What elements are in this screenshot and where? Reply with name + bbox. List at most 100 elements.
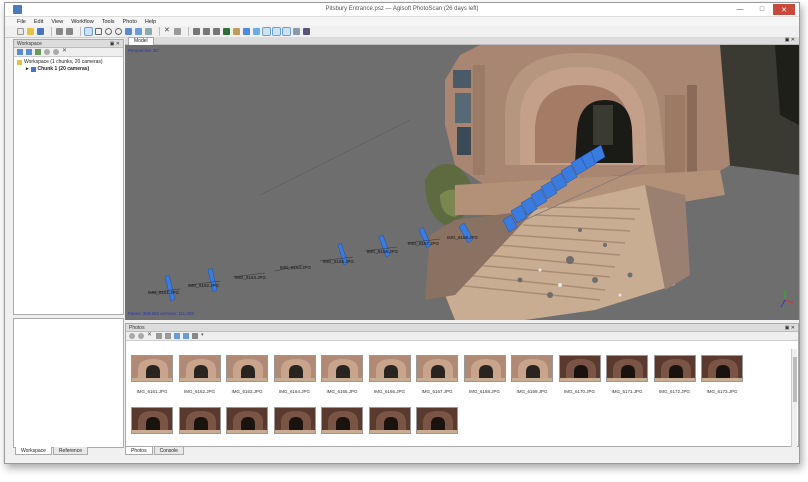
reference-panel <box>13 318 124 448</box>
chunk-node[interactable]: ▸ Chunk 1 (20 cameras) <box>17 66 103 73</box>
crop-icon[interactable] <box>174 28 181 35</box>
photo-thumbnail[interactable] <box>131 407 173 447</box>
camera-label: IMG_6166.JPG <box>367 249 399 254</box>
camera-label: IMG_6163.JPG <box>235 275 267 280</box>
close-button[interactable]: ✕ <box>773 4 795 15</box>
show-cameras-icon[interactable] <box>253 28 260 35</box>
disable-icon[interactable] <box>53 49 59 55</box>
photo-thumbnail[interactable] <box>226 407 268 447</box>
model-tabbar: Model ▣ ✕ <box>125 37 799 45</box>
tab-model[interactable]: Model <box>128 37 154 45</box>
move-object-icon[interactable] <box>125 28 132 35</box>
model-controls[interactable]: ▣ ✕ <box>785 37 795 43</box>
tab-reference[interactable]: Reference <box>52 447 88 455</box>
minimize-button[interactable]: — <box>729 4 751 15</box>
photo-image <box>273 355 316 382</box>
camera-label: IMG_6162.JPG <box>188 283 220 288</box>
tab-workspace[interactable]: Workspace <box>15 447 52 455</box>
show-info-icon[interactable] <box>272 27 281 36</box>
photo-thumbnail[interactable] <box>273 407 316 447</box>
photo-thumbnail[interactable]: IMG_6167.JPG <box>416 355 458 395</box>
show-trackball-icon[interactable] <box>282 27 291 36</box>
circle-select-icon[interactable] <box>105 28 112 35</box>
menu-view[interactable]: View <box>51 19 63 25</box>
workspace-tree: Workspace (1 chunks, 20 cameras) ▸ Chunk… <box>17 59 103 73</box>
details-icon[interactable] <box>192 333 198 339</box>
workspace-root[interactable]: Workspace (1 chunks, 20 cameras) <box>17 59 103 66</box>
textured-icon[interactable] <box>233 28 240 35</box>
reset-view-icon[interactable] <box>303 28 310 35</box>
remove-icon[interactable]: ✕ <box>62 48 68 55</box>
solid-icon[interactable] <box>223 28 230 35</box>
photo-thumbnail[interactable]: IMG_6168.JPG <box>463 355 506 395</box>
menu-workflow[interactable]: Workflow <box>71 19 94 25</box>
disable-camera-icon[interactable] <box>138 333 144 339</box>
photo-thumbnail[interactable]: IMG_6173.JPG <box>701 355 743 395</box>
resize-region-icon[interactable] <box>145 28 152 35</box>
photo-thumbnail[interactable]: IMG_6164.JPG <box>273 355 316 395</box>
rotate-right-icon[interactable] <box>165 333 171 339</box>
photo-thumbnail[interactable]: IMG_6161.JPG <box>131 355 173 395</box>
photo-thumbnail[interactable]: IMG_6163.JPG <box>226 355 268 395</box>
workspace-panel: Workspace ▣ ✕ ✕ Workspace (1 chunks, 20 … <box>13 39 124 315</box>
photo-thumbnail[interactable]: IMG_6169.JPG <box>511 355 553 395</box>
photo-thumbnail[interactable]: IMG_6170.JPG <box>558 355 601 395</box>
photos-panel-controls[interactable]: ▣ ✕ <box>785 324 795 332</box>
scrollbar-thumb[interactable] <box>793 357 797 402</box>
photos-scrollbar[interactable] <box>791 349 797 447</box>
wireframe-icon[interactable] <box>213 28 220 35</box>
free-select-icon[interactable] <box>115 28 122 35</box>
menu-photo[interactable]: Photo <box>123 19 137 25</box>
maximize-button[interactable]: □ <box>751 4 773 15</box>
photo-thumbnail[interactable] <box>416 407 458 447</box>
tab-console[interactable]: Console <box>153 447 184 455</box>
menu-edit[interactable]: Edit <box>34 19 43 25</box>
photo-thumbnail[interactable]: IMG_6165.JPG <box>321 355 363 395</box>
rotate-object-icon[interactable] <box>135 28 142 35</box>
photo-thumbnail[interactable]: IMG_6166.JPG <box>368 355 411 395</box>
save-icon[interactable] <box>37 28 44 35</box>
navigation-icon[interactable] <box>84 27 93 36</box>
photo-thumbnail[interactable]: IMG_6172.JPG <box>653 355 696 395</box>
enable-icon[interactable] <box>44 49 50 55</box>
menu-help[interactable]: Help <box>145 19 156 25</box>
menu-file[interactable]: File <box>17 19 26 25</box>
new-icon[interactable] <box>17 28 24 35</box>
menu-tools[interactable]: Tools <box>102 19 115 25</box>
photo-image <box>226 407 268 434</box>
enable-camera-icon[interactable] <box>129 333 135 339</box>
open-icon[interactable] <box>27 28 34 35</box>
expand-arrow-icon[interactable]: ▸ <box>26 66 29 73</box>
add-folder-icon[interactable] <box>35 49 41 55</box>
show-region-icon[interactable] <box>262 27 271 36</box>
workspace-root-label: Workspace (1 chunks, 20 cameras) <box>24 59 103 65</box>
add-photos-icon[interactable] <box>26 49 32 55</box>
view-mode-icon[interactable] <box>174 333 180 339</box>
delete-icon[interactable]: ✕ <box>164 27 171 35</box>
photo-thumbnail[interactable] <box>178 407 221 447</box>
rotate-left-icon[interactable] <box>156 333 162 339</box>
photo-thumbnail[interactable] <box>321 407 363 447</box>
photo-caption: IMG_6162.JPG <box>183 389 215 394</box>
remove-camera-icon[interactable]: ✕ <box>147 332 153 339</box>
photo-image <box>178 407 221 434</box>
photo-thumbnail[interactable] <box>368 407 411 447</box>
redo-icon[interactable] <box>66 28 73 35</box>
photo-thumbnail[interactable]: IMG_6162.JPG <box>178 355 221 395</box>
camera-label: IMG_6168.JPG <box>447 235 479 240</box>
thumbnails-icon[interactable] <box>183 333 189 339</box>
points-icon[interactable] <box>193 28 200 35</box>
add-chunk-icon[interactable] <box>17 49 23 55</box>
model-viewport[interactable]: Perspective 30° Faces: 359,562 vertices:… <box>125 45 799 320</box>
chevron-down-icon[interactable]: ▾ <box>201 333 207 339</box>
capture-view-icon[interactable] <box>293 28 300 35</box>
shaded-icon[interactable] <box>243 28 250 35</box>
photo-thumbnail[interactable]: IMG_6171.JPG <box>606 355 648 395</box>
panel-controls[interactable]: ▣ ✕ <box>110 40 120 48</box>
photos-header: Photos ▣ ✕ <box>126 324 798 332</box>
rect-select-icon[interactable] <box>95 28 102 35</box>
tab-photos[interactable]: Photos <box>125 447 153 455</box>
undo-icon[interactable] <box>56 28 63 35</box>
photo-image <box>416 355 458 382</box>
dense-cloud-icon[interactable] <box>203 28 210 35</box>
